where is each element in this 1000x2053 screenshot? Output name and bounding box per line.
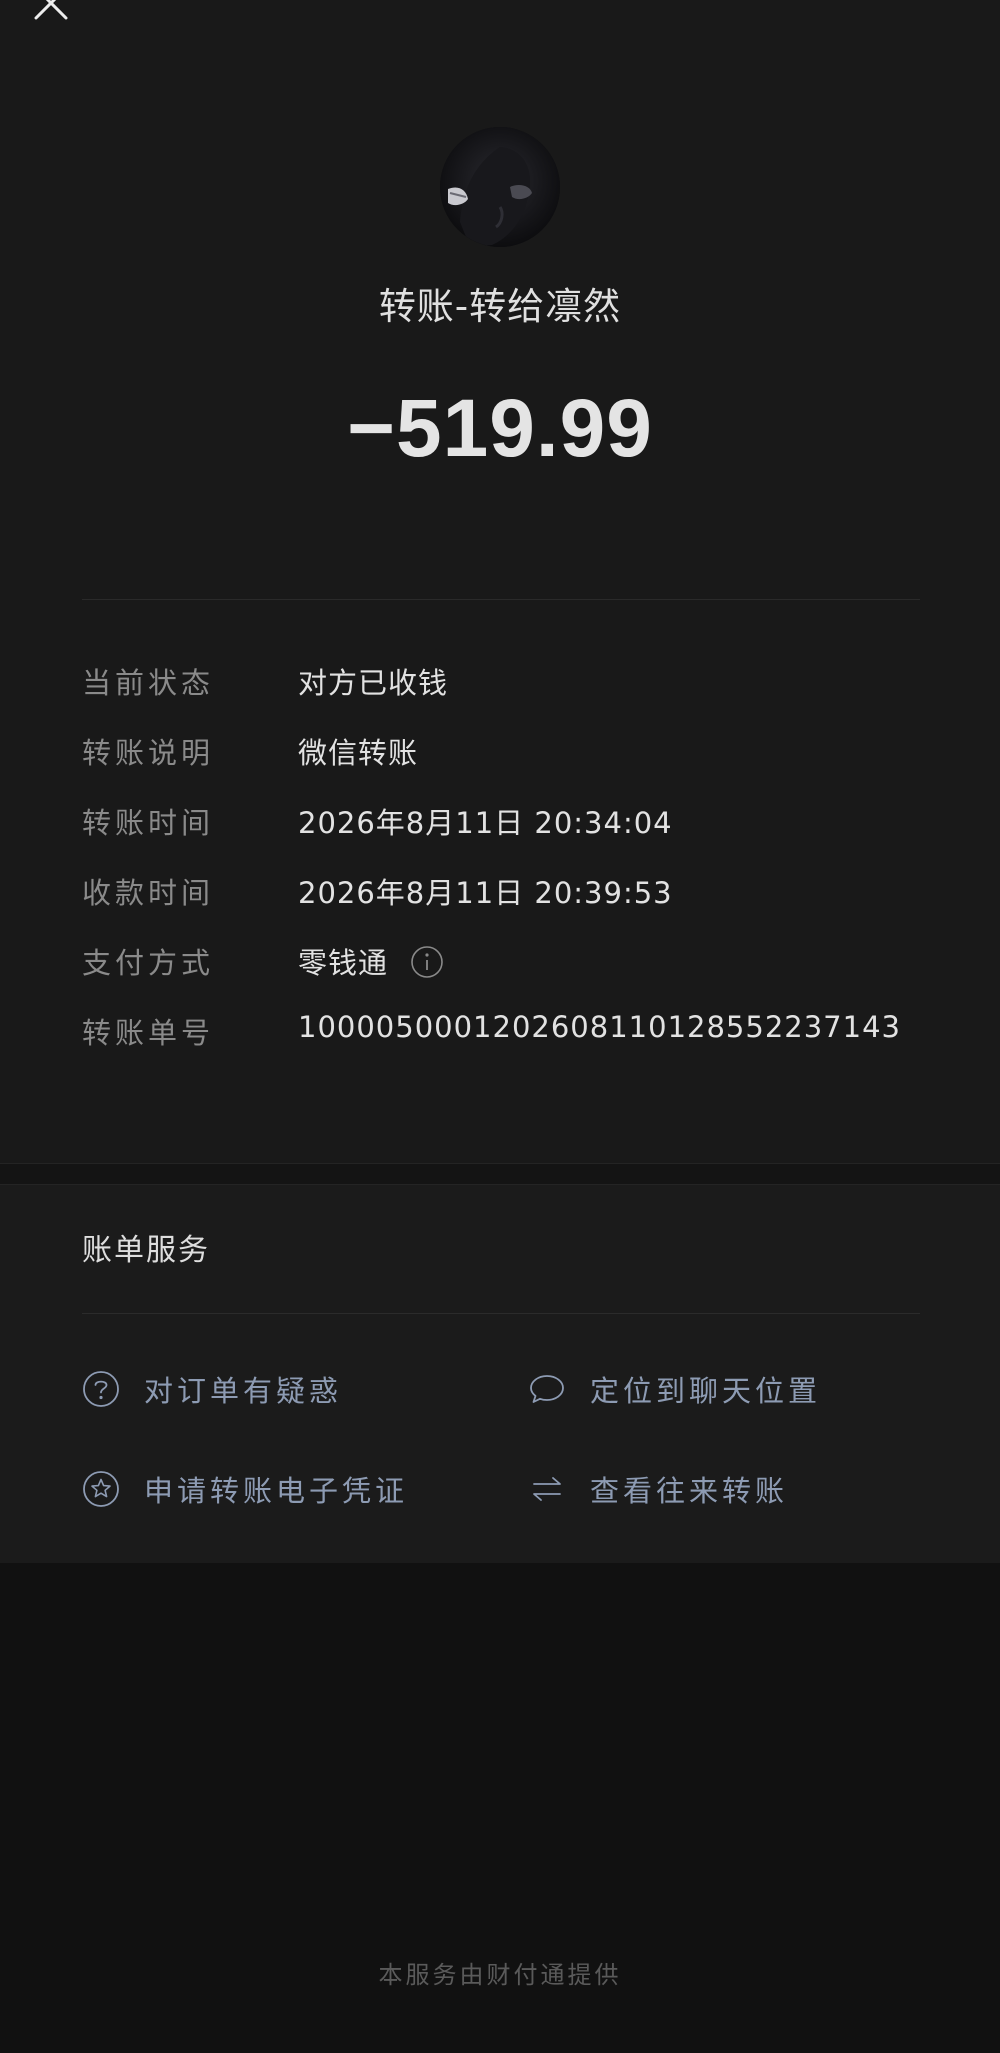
detail-value-wrap: 零钱通 (298, 940, 444, 982)
apply-voucher-link[interactable]: 申请转账电子凭证 (82, 1467, 408, 1511)
detail-value: 对方已收钱 (298, 666, 449, 700)
detail-label: 转账说明 (82, 736, 215, 770)
exchange-arrows-icon (533, 1477, 561, 1501)
detail-value: 1000050001202608110128552237143 (298, 1010, 901, 1044)
info-icon[interactable] (410, 945, 444, 979)
close-button[interactable] (32, 0, 72, 26)
section-separator (0, 1163, 1000, 1185)
bill-service-section: 账单服务 对订单有疑惑 定位到聊天位置 申请转账电子凭证 查看往来转账 (0, 1185, 1000, 1563)
transfer-title: 转账-转给凛然 (378, 285, 622, 328)
detail-value: 微信转账 (298, 736, 419, 770)
detail-row-note: 转账说明 微信转账 (82, 730, 920, 800)
question-circle-icon (83, 1371, 119, 1407)
divider (82, 599, 920, 600)
service-item-label: 查看往来转账 (590, 1474, 789, 1508)
avatar[interactable] (440, 127, 560, 247)
close-icon[interactable] (32, 0, 72, 26)
order-question-link[interactable]: 对订单有疑惑 (82, 1367, 342, 1411)
service-item-label: 定位到聊天位置 (590, 1374, 822, 1408)
divider (82, 1313, 920, 1314)
detail-row-order-number: 转账单号 1000050001202608110128552237143 (82, 1010, 920, 1080)
detail-label: 当前状态 (82, 666, 215, 700)
detail-label: 转账时间 (82, 806, 215, 840)
section-title: 账单服务 (82, 1233, 210, 1268)
footer-provider-text: 本服务由财付通提供 (378, 1961, 622, 1989)
detail-label: 转账单号 (82, 1016, 215, 1050)
locate-chat-link[interactable]: 定位到聊天位置 (528, 1367, 821, 1411)
transfer-amount: −519.99 (347, 383, 653, 474)
detail-value: 2026年8月11日 20:39:53 (298, 876, 673, 910)
detail-row-payment-method: 支付方式 零钱通 (82, 940, 920, 1010)
view-transfers-link[interactable]: 查看往来转账 (528, 1467, 788, 1511)
payment-method-value: 零钱通 (298, 946, 389, 980)
detail-value: 2026年8月11日 20:34:04 (298, 806, 673, 840)
detail-label: 支付方式 (82, 946, 215, 980)
transfer-details-list: 当前状态 对方已收钱 转账说明 微信转账 转账时间 2026年8月11日 20:… (82, 660, 920, 1080)
service-item-label: 对订单有疑惑 (144, 1374, 343, 1408)
chat-bubble-icon (530, 1375, 564, 1403)
detail-row-receive-time: 收款时间 2026年8月11日 20:39:53 (82, 870, 920, 940)
detail-label: 收款时间 (82, 876, 215, 910)
transfer-detail-panel: 转账-转给凛然 −519.99 当前状态 对方已收钱 转账说明 微信转账 转账时… (0, 0, 1000, 1163)
star-circle-icon (83, 1471, 119, 1507)
detail-row-status: 当前状态 对方已收钱 (82, 660, 920, 730)
service-item-label: 申请转账电子凭证 (144, 1474, 409, 1508)
detail-row-transfer-time: 转账时间 2026年8月11日 20:34:04 (82, 800, 920, 870)
